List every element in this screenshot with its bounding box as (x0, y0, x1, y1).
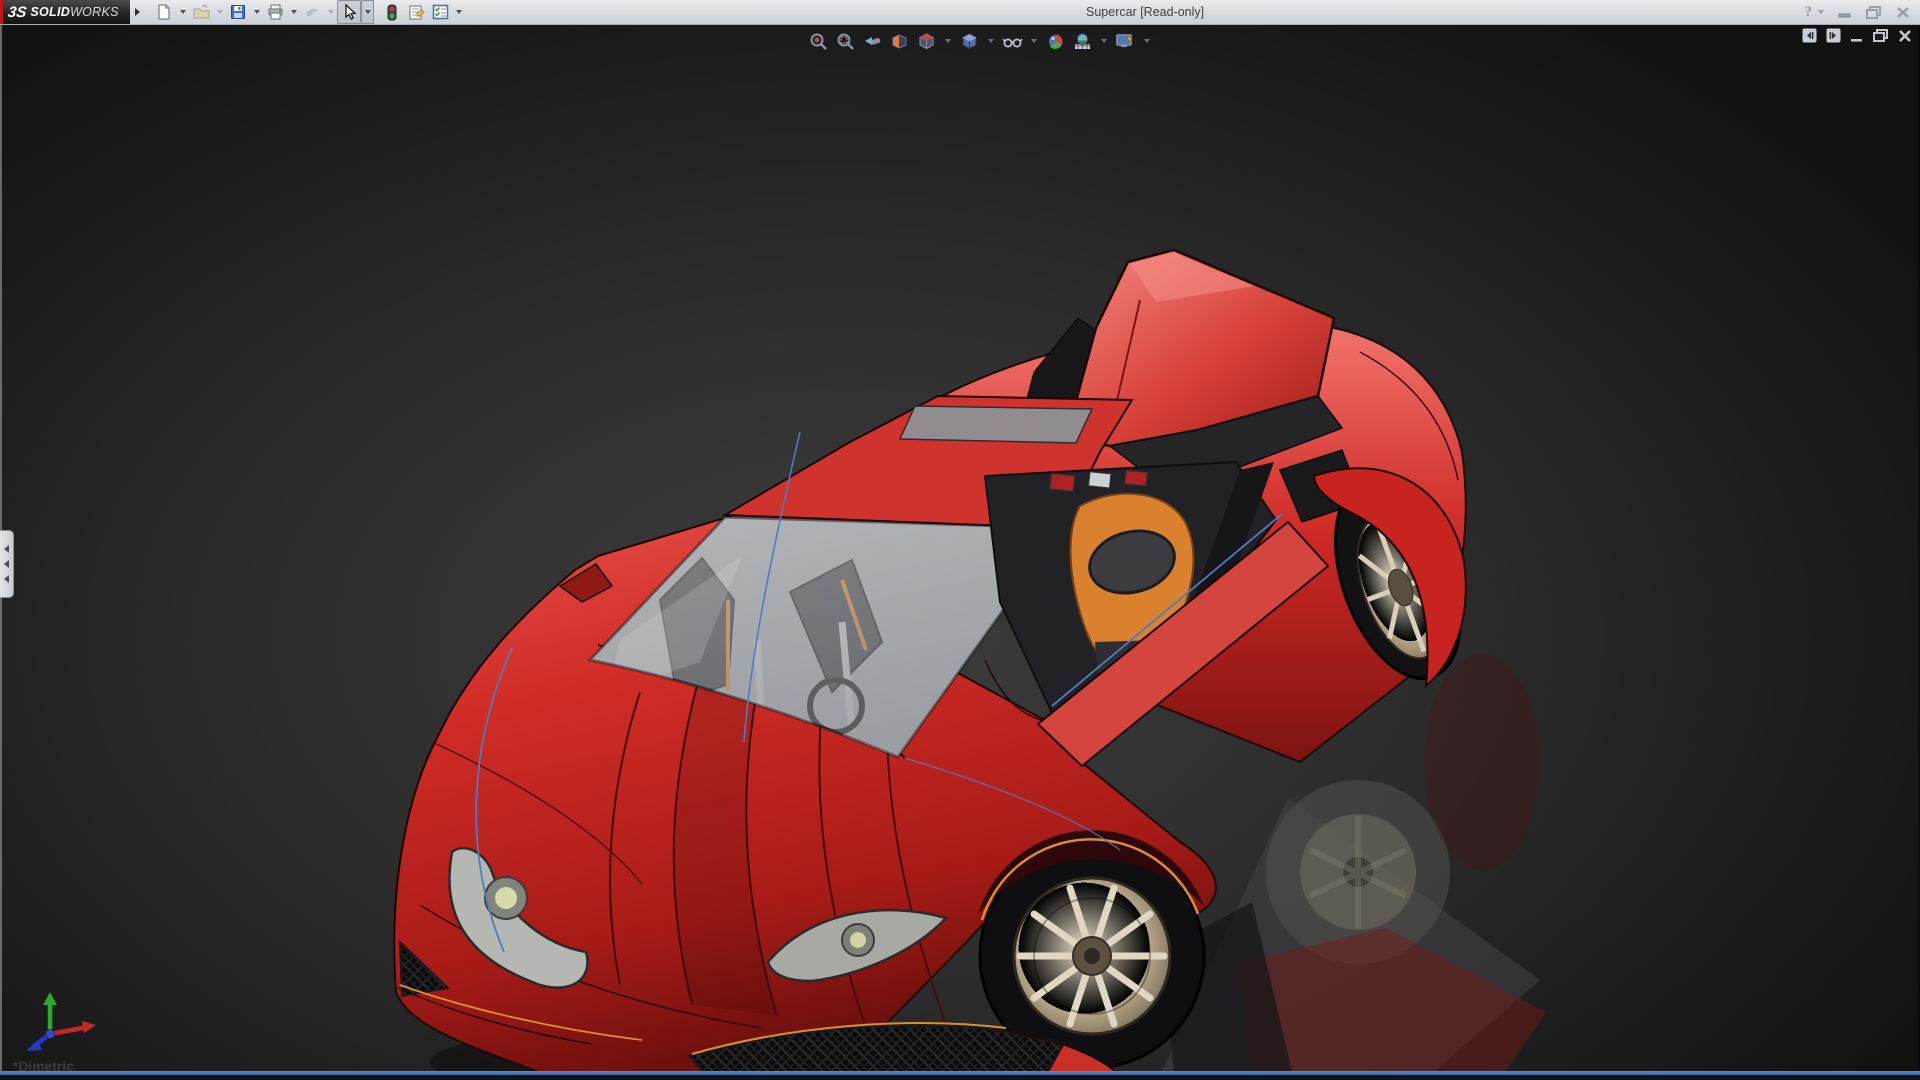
menu-flyout-arrow-icon[interactable] (131, 3, 144, 21)
solidworks-window: 3S SOLID WORKS Supercar [Read-only] ? *D… (0, 0, 1920, 1080)
select-tool-button[interactable] (337, 0, 361, 24)
new-document-button[interactable] (152, 0, 176, 24)
save-dropdown[interactable] (250, 0, 263, 24)
open-document-button[interactable] (189, 0, 213, 24)
previous-view-icon (865, 36, 881, 45)
view-settings-button[interactable] (1113, 29, 1137, 53)
status-bar-edge (0, 1071, 1920, 1080)
reference-triad (26, 992, 96, 1051)
display-style-button[interactable] (957, 29, 981, 53)
minimize-window-button[interactable] (1838, 6, 1852, 18)
printer-icon (268, 4, 282, 20)
options-dropdown[interactable] (452, 0, 465, 24)
feature-tree-collapsed-tab[interactable] (0, 530, 14, 598)
window-controls: ? (1805, 0, 1911, 24)
apply-scene-icon (1074, 32, 1090, 49)
section-view-icon (892, 33, 906, 49)
view-orientation-dropdown[interactable] (941, 29, 954, 53)
undo-arrow-icon (305, 8, 318, 17)
expand-right-pane-button[interactable] (1826, 28, 1841, 43)
undo-dropdown[interactable] (324, 0, 337, 24)
save-floppy-icon (231, 5, 245, 19)
select-dropdown[interactable] (361, 0, 374, 24)
hide-show-items-button[interactable] (1000, 29, 1024, 53)
zoom-to-area-button[interactable] (833, 29, 857, 53)
edit-appearance-button[interactable] (1043, 29, 1067, 53)
hide-show-dropdown[interactable] (1027, 29, 1040, 53)
display-style-dropdown[interactable] (984, 29, 997, 53)
zoom-to-fit-button[interactable] (806, 29, 830, 53)
rebuild-button[interactable] (380, 0, 404, 24)
display-style-cube-icon (962, 32, 976, 49)
view-orientation-cube-icon (919, 32, 933, 49)
logo-3ds-mark: 3S (6, 3, 28, 21)
heads-up-view-toolbar (806, 28, 1153, 54)
options-button[interactable] (428, 0, 452, 24)
restore-window-button[interactable] (1866, 5, 1882, 19)
undo-button[interactable] (300, 0, 324, 24)
print-dropdown[interactable] (287, 0, 300, 24)
zoom-to-fit-icon (810, 33, 827, 50)
open-folder-icon (193, 4, 209, 19)
eyeglasses-icon (1001, 38, 1023, 47)
view-orientation-button[interactable] (914, 29, 938, 53)
triad-y-axis (43, 992, 57, 1005)
title-bar: 3S SOLID WORKS Supercar [Read-only] ? (0, 0, 1920, 25)
collapse-arrow-icon (4, 560, 9, 568)
collapse-arrow-icon (4, 575, 9, 583)
options-checklist-icon (432, 4, 448, 20)
expand-left-pane-button[interactable] (1802, 28, 1817, 43)
help-dropdown-icon[interactable] (1818, 10, 1824, 14)
open-dropdown[interactable] (213, 0, 226, 24)
view-settings-dropdown[interactable] (1140, 29, 1153, 53)
previous-view-button[interactable] (860, 29, 884, 53)
print-button[interactable] (263, 0, 287, 24)
document-title: Supercar [Read-only] (1086, 5, 1205, 19)
close-window-button[interactable] (1896, 6, 1910, 19)
model-supercar[interactable] (0, 24, 1920, 1080)
view-settings-icon (1116, 33, 1133, 47)
collapse-arrow-icon (4, 545, 9, 553)
file-properties-icon (409, 5, 425, 20)
apply-scene-button[interactable] (1070, 29, 1094, 53)
help-button[interactable]: ? (1805, 4, 1813, 21)
save-button[interactable] (226, 0, 250, 24)
restore-document-button[interactable] (1873, 28, 1889, 43)
triad-x-axis (82, 1021, 96, 1033)
section-view-button[interactable] (887, 29, 911, 53)
zoom-to-area-icon (837, 33, 854, 50)
select-cursor-icon (344, 4, 357, 20)
solidworks-logo[interactable]: 3S SOLID WORKS (0, 0, 130, 24)
close-document-button[interactable] (1898, 29, 1912, 43)
traffic-light-icon (387, 4, 397, 20)
new-document-icon (158, 4, 170, 20)
apply-scene-dropdown[interactable] (1097, 29, 1110, 53)
document-window-controls (1802, 28, 1912, 43)
new-dropdown[interactable] (176, 0, 189, 24)
minimize-document-button[interactable] (1850, 29, 1864, 43)
appearance-ball-icon (1047, 33, 1063, 49)
quick-access-toolbar (152, 0, 465, 24)
file-properties-button[interactable] (404, 0, 428, 24)
